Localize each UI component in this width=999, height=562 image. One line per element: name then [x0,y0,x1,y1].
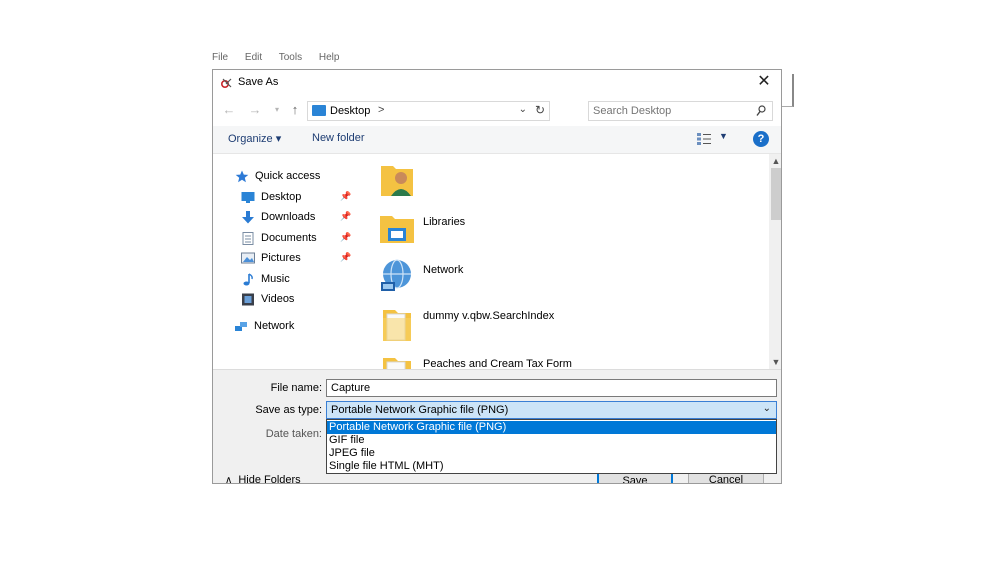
background-window-edge [782,74,794,107]
dropdown-option-png[interactable]: Portable Network Graphic file (PNG) [327,421,776,434]
file-name-input[interactable] [326,379,777,397]
network-label: Network [254,320,295,332]
help-icon[interactable]: ? [753,131,769,147]
back-arrow-icon[interactable]: ← [221,102,237,118]
list-item[interactable]: dummy v.qbw.SearchIndex [373,302,768,348]
navigation-pane: Quick access Desktop 📌 Downloads 📌 Docum… [213,154,363,369]
pictures-icon [241,252,255,263]
search-box[interactable] [588,101,773,121]
address-text[interactable]: Desktop [330,105,370,117]
chevron-up-icon: ∧ [225,475,233,484]
hide-folders-label: Hide Folders [238,474,301,484]
nav-item-pictures[interactable]: Pictures [241,249,301,267]
search-input[interactable] [593,104,743,118]
forward-arrow-icon[interactable]: → [247,102,263,118]
list-item[interactable]: Libraries [373,206,768,252]
dialog-title: Save As [238,76,279,88]
list-item[interactable] [373,158,768,204]
file-name: Network [423,264,464,276]
folder-icon [383,358,411,369]
chevron-down-icon[interactable]: ⌄ [763,403,771,414]
recent-dropdown-icon[interactable]: ▾ [269,102,285,118]
view-options-dropdown-icon[interactable]: ▼ [719,131,728,141]
pin-icon[interactable]: 📌 [340,252,351,263]
pin-icon[interactable]: 📌 [340,191,351,202]
menu-help[interactable]: Help [319,52,340,63]
navigation-bar: ← → ▾ ↑ Desktop > ⌄ ↻ [213,98,781,126]
nav-item-documents[interactable]: Documents [241,229,317,247]
address-chevron[interactable]: > [378,104,384,116]
nav-quick-access[interactable]: Quick access [235,167,320,185]
scroll-thumb[interactable] [771,168,781,220]
file-name-label: File name: [270,382,322,394]
file-name: dummy v.qbw.SearchIndex [423,310,555,322]
menu-edit[interactable]: Edit [245,52,262,63]
menu-file[interactable]: File [212,52,228,63]
nav-item-label: Music [261,273,290,285]
downloads-icon [242,210,254,223]
file-name: Libraries [423,216,466,228]
dropdown-option-gif[interactable]: GIF file [327,434,776,447]
music-icon [243,272,253,285]
save-type-label: Save as type: [255,404,322,416]
desktop-folder-icon [312,105,326,116]
quick-access-label: Quick access [255,170,321,182]
save-type-dropdown-list: Portable Network Graphic file (PNG) GIF … [326,419,777,474]
list-item[interactable]: Network [373,254,768,300]
nav-item-label: Downloads [261,211,316,223]
nav-item-videos[interactable]: Videos [241,290,294,308]
title-bar: Save As ✕ [213,70,781,96]
new-folder-button[interactable]: New folder [312,132,365,144]
nav-item-music[interactable]: Music [241,270,290,288]
save-type-value: Portable Network Graphic file (PNG) [331,404,509,416]
list-item[interactable]: Peaches and Cream Tax Form [373,350,768,369]
user-folder-icon [381,166,413,196]
refresh-icon[interactable]: ↻ [535,103,545,117]
background-menu-bar: File Edit Tools Help [212,52,542,66]
nav-network[interactable]: Network [234,317,294,335]
organize-button[interactable]: Organize ▾ [228,132,281,145]
address-bar[interactable]: Desktop > ⌄ ↻ [307,101,550,121]
save-type-select[interactable]: Portable Network Graphic file (PNG) ⌄ [326,401,777,419]
nav-item-label: Documents [261,232,317,244]
folder-icon [383,310,411,341]
save-as-dialog: Save As ✕ ← → ▾ ↑ Desktop > ⌄ ↻ Organize… [212,69,782,484]
documents-icon [242,231,254,245]
address-dropdown-icon[interactable]: ⌄ [519,104,527,115]
command-bar: Organize ▾ New folder ▼ ? [213,126,781,154]
dropdown-option-jpeg[interactable]: JPEG file [327,447,776,460]
desktop-icon [241,191,255,203]
up-arrow-icon[interactable]: ↑ [287,102,303,118]
search-icon[interactable] [756,105,766,117]
star-icon [235,170,249,182]
file-list: Libraries Network dummy v.qbw.SearchInde… [373,154,768,369]
save-options-panel: File name: Save as type: Portable Networ… [213,369,781,484]
file-name: Peaches and Cream Tax Form [423,358,572,369]
pin-icon[interactable]: 📌 [340,232,351,243]
scroll-down-icon[interactable]: ▼ [769,355,781,369]
nav-item-label: Pictures [261,252,301,264]
snipping-tool-icon [220,78,232,89]
nav-item-desktop[interactable]: Desktop [241,188,301,206]
pin-icon[interactable]: 📌 [340,211,351,222]
libraries-icon [380,216,414,243]
menu-tools[interactable]: Tools [279,52,302,63]
vertical-scrollbar[interactable]: ▲ ▼ [769,154,781,369]
nav-item-label: Videos [261,293,295,305]
network-globe-icon [381,259,411,291]
scroll-up-icon[interactable]: ▲ [769,154,781,168]
nav-item-downloads[interactable]: Downloads [241,208,315,226]
close-button[interactable]: ✕ [755,73,773,91]
hide-folders-toggle[interactable]: ∧ Hide Folders [225,474,301,484]
change-view-icon[interactable] [696,132,712,146]
nav-item-label: Desktop [261,191,302,203]
date-taken-label: Date taken: [265,428,322,440]
dropdown-option-mht[interactable]: Single file HTML (MHT) [327,460,776,473]
videos-icon [242,293,254,305]
network-icon [235,321,247,331]
